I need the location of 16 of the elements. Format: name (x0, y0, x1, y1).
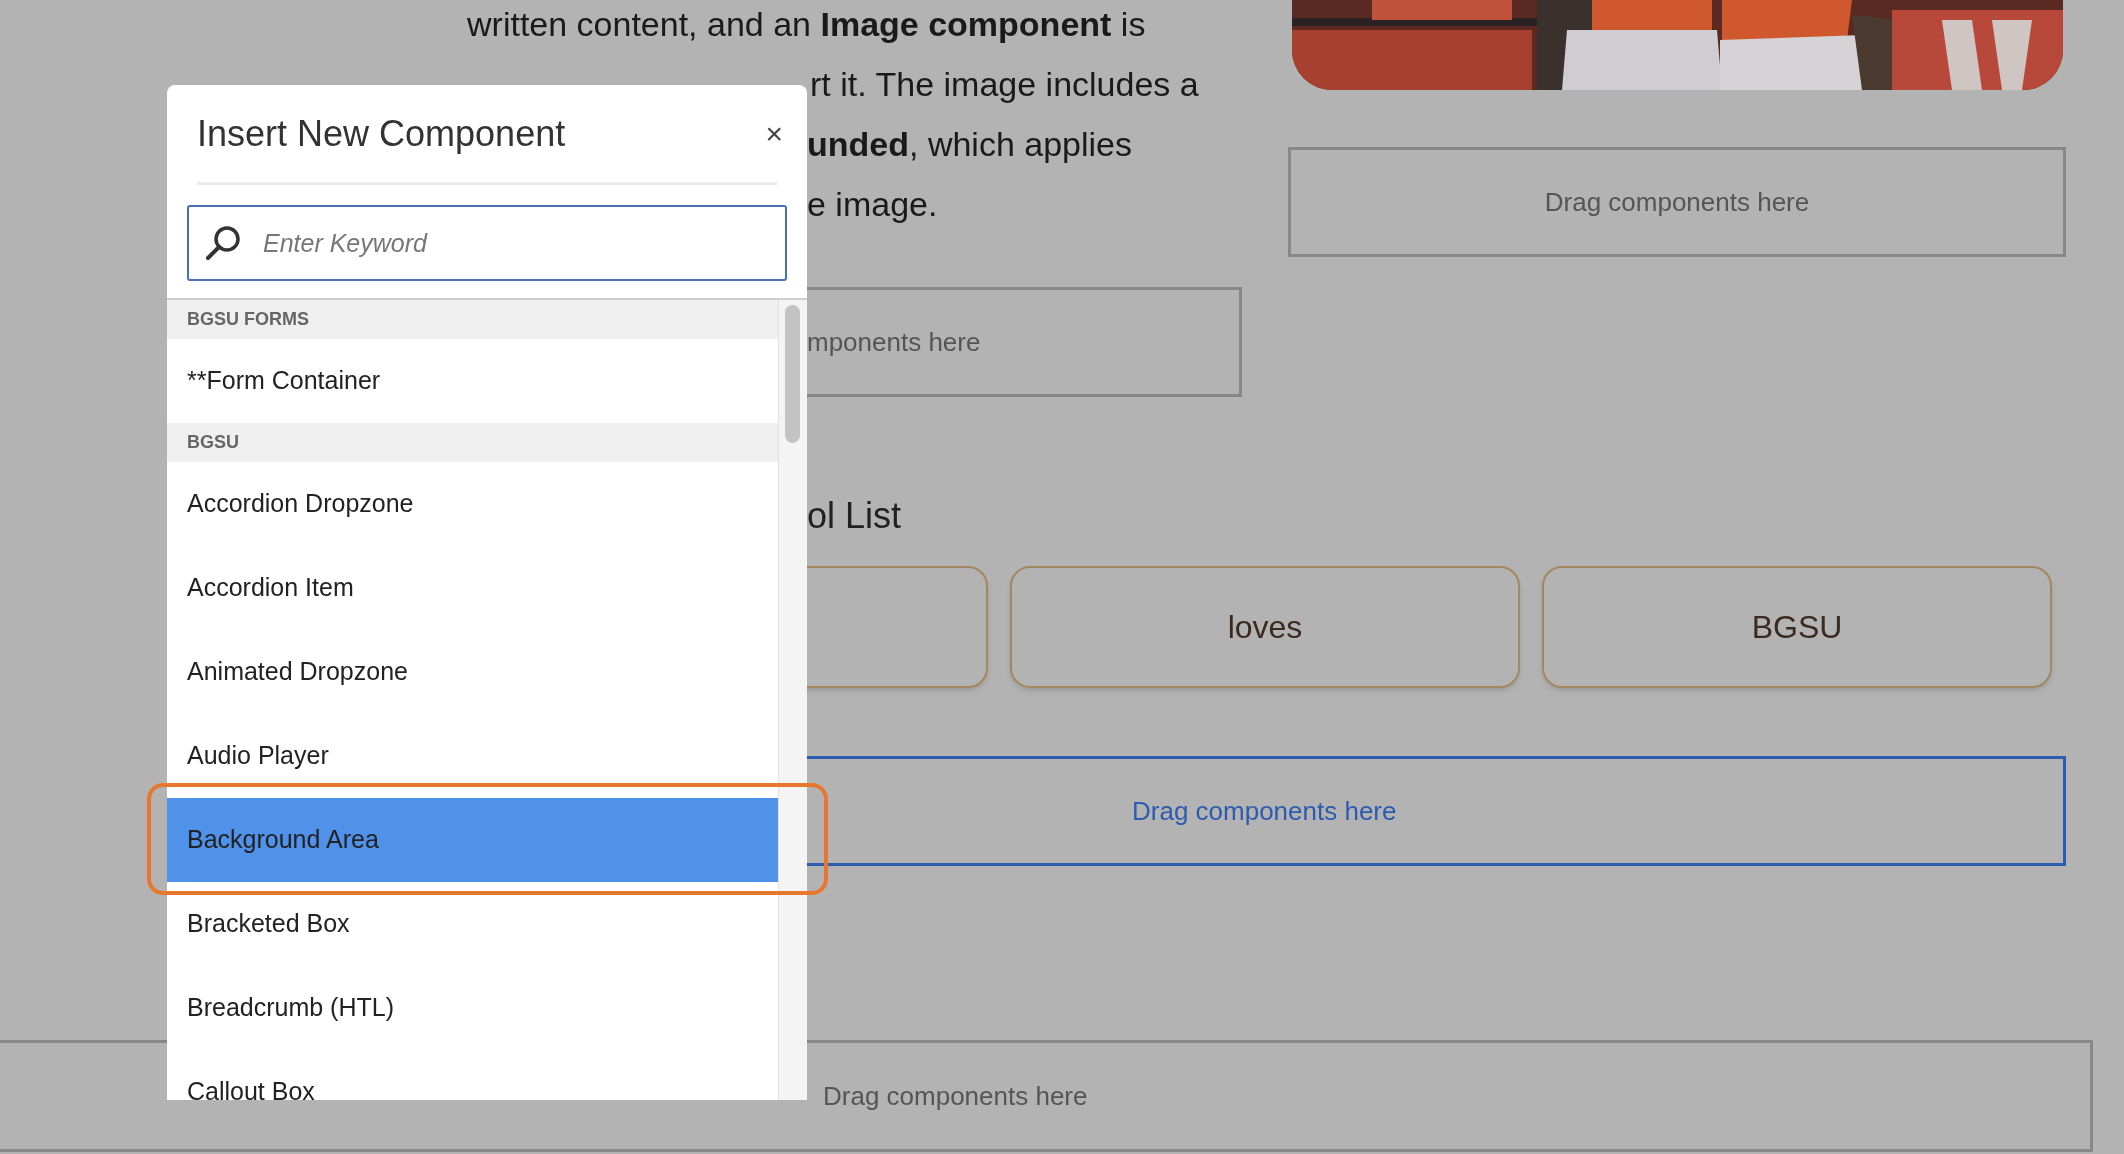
dialog-title: Insert New Component (197, 111, 566, 156)
component-item[interactable]: Background Area (167, 798, 778, 882)
paragraph-line: unded, which applies (807, 123, 1132, 165)
section-heading: ol List (807, 498, 902, 534)
group-heading: BGSU FORMS (187, 308, 309, 331)
group-heading: BGSU (187, 431, 239, 454)
paragraph-line: e image. (807, 183, 938, 225)
paragraph-line: rt it. The image includes a (810, 63, 1199, 105)
search-icon (205, 224, 243, 262)
paragraph-line: written content, and an Image component is (467, 3, 1146, 45)
scrollbar[interactable] (778, 300, 807, 1100)
close-button[interactable]: × (765, 111, 783, 156)
word-card[interactable]: loves (1010, 566, 1520, 688)
drop-zone[interactable]: Drag components here (1288, 147, 2066, 257)
search-field[interactable]: Enter Keyword (187, 205, 787, 281)
word-card[interactable]: BGSU (1542, 566, 2052, 688)
